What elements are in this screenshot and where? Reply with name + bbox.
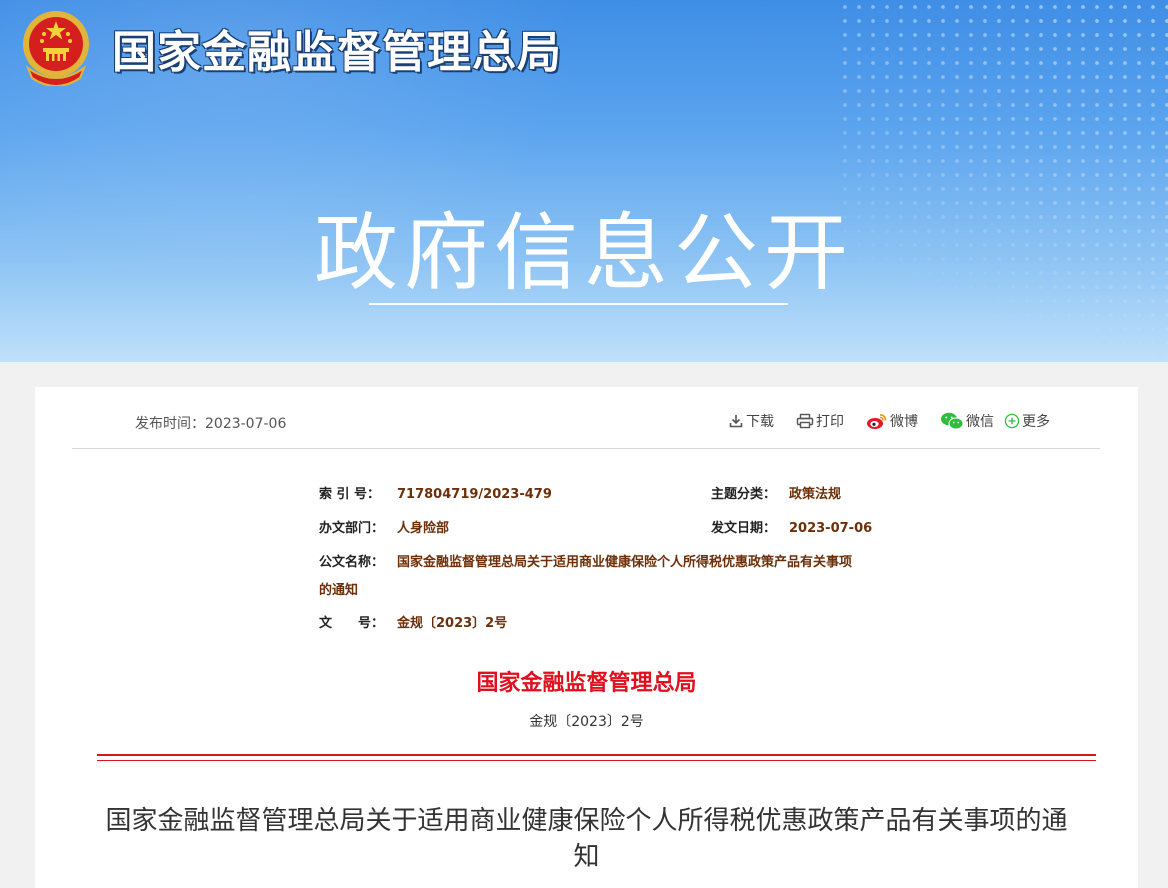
meta-name-cont: 的通知 [319, 579, 358, 598]
document-title-line2: 知 [573, 842, 600, 872]
meta-topic: 主题分类： 政策法规 [711, 483, 841, 502]
share-wechat-button[interactable]: 微信 [940, 411, 994, 431]
document-title-line1: 国家金融监督管理总局关于适用商业健康保险个人所得税优惠政策产品有关事项的通 [105, 806, 1068, 836]
red-divider [97, 754, 1096, 761]
header-banner: 国家金融监督管理总局 政府信息公开 [0, 0, 1168, 362]
weibo-label: 微博 [890, 414, 918, 430]
publish-time-value: 2023-07-06 [205, 416, 287, 432]
share-toolbar: 下载 打印 微博 微信 更多 [728, 411, 1050, 431]
meta-index-label: 索 引 号： [319, 487, 381, 502]
meta-name: 公文名称： 国家金融监督管理总局关于适用商业健康保险个人所得税优惠政策产品有关事项 [319, 551, 852, 570]
wechat-icon [941, 412, 964, 430]
download-button[interactable]: 下载 [728, 411, 774, 431]
print-button[interactable]: 打印 [796, 411, 844, 431]
org-name: 国家金融监督管理总局 [112, 27, 562, 78]
meta-index: 索 引 号： 717804719/2023-479 [319, 483, 552, 502]
header-divider [72, 448, 1100, 449]
meta-date-label: 发文日期： [711, 521, 777, 536]
meta-topic-value: 政策法规 [789, 487, 842, 502]
more-share-button[interactable]: 更多 [1004, 411, 1050, 431]
document-number: 金规〔2023〕2号 [529, 714, 644, 730]
print-label: 打印 [816, 414, 844, 430]
meta-name-value-line1: 国家金融监督管理总局关于适用商业健康保险个人所得税优惠政策产品有关事项 [397, 555, 853, 570]
more-label: 更多 [1022, 414, 1050, 430]
download-icon [729, 415, 743, 428]
banner-dot-pattern [838, 0, 1168, 362]
download-label: 下载 [746, 414, 774, 430]
meta-index-value: 717804719/2023-479 [397, 487, 552, 502]
issuer-heading: 国家金融监督管理总局 [476, 671, 697, 696]
meta-docno: 文 号： 金规〔2023〕2号 [319, 612, 507, 631]
meta-name-value-line2: 的通知 [319, 583, 359, 598]
plus-circle-icon [1004, 413, 1020, 429]
meta-topic-label: 主题分类： [711, 487, 777, 502]
meta-date-value: 2023-07-06 [789, 521, 873, 536]
wechat-label: 微信 [966, 414, 994, 430]
national-emblem-icon [23, 11, 89, 86]
meta-dept: 办文部门： 人身险部 [319, 517, 449, 536]
printer-icon [796, 413, 814, 429]
section-title: 政府信息公开 [313, 204, 854, 302]
meta-docno-label: 文 号： [319, 616, 385, 631]
content-card: 发布时间：2023-07-06 下载 打印 微博 微信 更多 索 引 号： 71… [35, 387, 1138, 888]
publish-time-label: 发布时间： [135, 416, 205, 432]
meta-date: 发文日期： 2023-07-06 [711, 517, 872, 536]
meta-dept-value: 人身险部 [397, 521, 450, 536]
meta-dept-label: 办文部门： [319, 521, 385, 536]
section-title-underline [369, 303, 788, 305]
share-weibo-button[interactable]: 微博 [866, 411, 918, 431]
weibo-icon [867, 414, 887, 429]
meta-docno-value: 金规〔2023〕2号 [397, 616, 508, 631]
document-title: 国家金融监督管理总局关于适用商业健康保险个人所得税优惠政策产品有关事项的通 知 [75, 803, 1098, 875]
meta-name-label: 公文名称： [319, 555, 385, 570]
publish-time: 发布时间：2023-07-06 [135, 413, 286, 433]
